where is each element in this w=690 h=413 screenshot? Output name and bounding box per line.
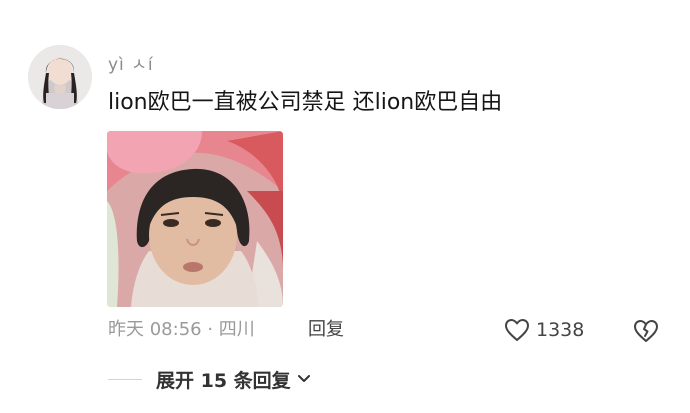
like-count: 1338 xyxy=(536,319,585,341)
comment-photo xyxy=(107,131,283,307)
comment-text: lion欧巴一直被公司禁足 还lion欧巴自由 xyxy=(108,90,503,115)
dislike-button[interactable] xyxy=(632,317,660,345)
username[interactable]: yì ㅅí xyxy=(108,50,154,75)
expand-replies-label: 展开 15 条回复 xyxy=(156,369,291,392)
divider-line xyxy=(108,378,142,380)
expand-replies-row: 展开 15 条回复 xyxy=(108,364,311,394)
timestamp-location: 昨天 08:56 · 四川 xyxy=(108,319,255,340)
chevron-down-icon xyxy=(297,375,310,382)
reply-button[interactable]: 回复 xyxy=(308,315,344,345)
expand-replies-button[interactable]: 展开 15 条回复 xyxy=(156,366,311,393)
comment-meta-row: 昨天 08:56 · 四川 回复 1338 xyxy=(108,315,668,345)
heart-icon xyxy=(505,319,529,341)
like-button[interactable]: 1338 xyxy=(504,315,584,345)
comment-image[interactable] xyxy=(107,131,283,307)
avatar-image xyxy=(28,45,92,109)
user-avatar[interactable] xyxy=(28,45,92,109)
broken-heart-icon xyxy=(634,320,658,342)
